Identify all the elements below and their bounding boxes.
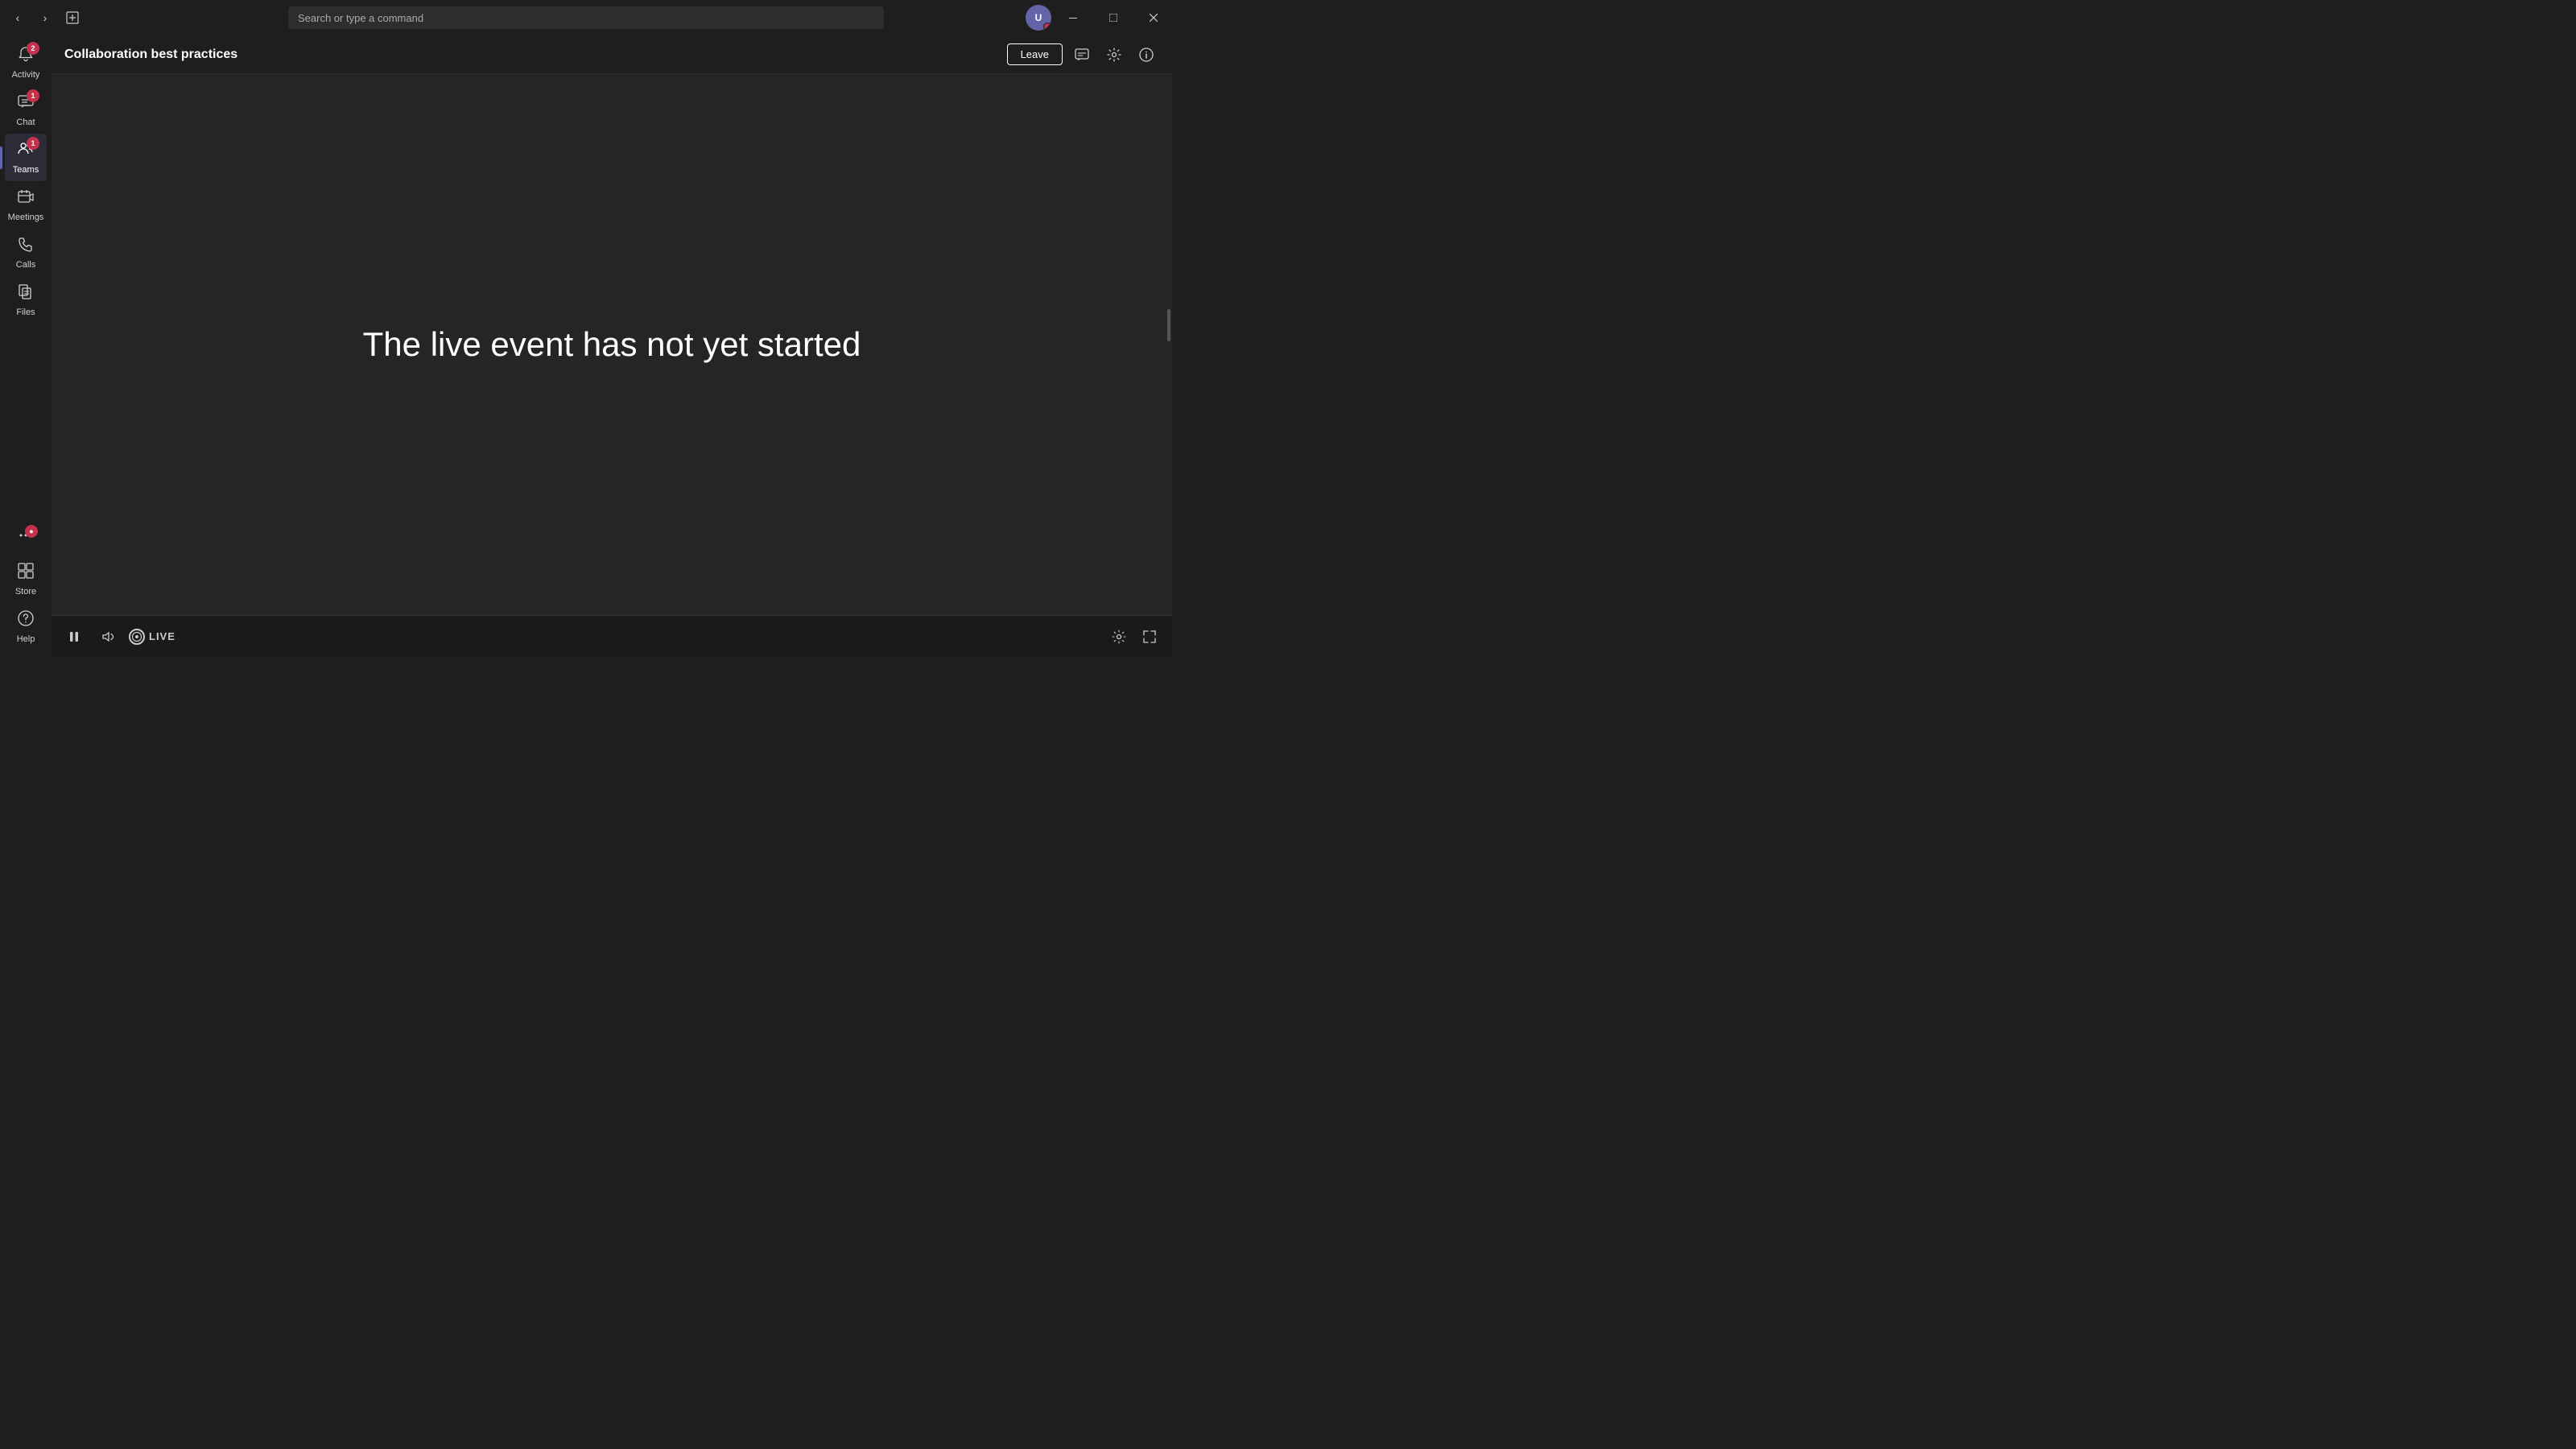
avatar-status-badge (1043, 23, 1051, 31)
files-icon (17, 283, 35, 305)
maximize-button[interactable] (1095, 5, 1132, 31)
sidebar-item-chat[interactable]: 1 Chat (5, 86, 47, 134)
sidebar-item-label: Activity (12, 70, 40, 80)
user-avatar[interactable]: U (1026, 5, 1051, 31)
sidebar-item-label: Help (17, 634, 35, 644)
sidebar-item-label: Calls (16, 260, 35, 270)
fullscreen-button[interactable] (1137, 624, 1162, 650)
live-dot-icon (129, 629, 145, 645)
compose-button[interactable] (61, 6, 84, 29)
sidebar-item-label: Teams (13, 165, 39, 175)
live-event-message: The live event has not yet started (363, 325, 861, 364)
sidebar-item-label: Files (16, 308, 35, 317)
back-button[interactable]: ‹ (6, 6, 29, 29)
sidebar-item-teams[interactable]: 1 Teams (5, 134, 47, 181)
chat-icon: 1 (17, 93, 35, 115)
live-badge: LIVE (129, 629, 175, 645)
activity-badge: 2 (27, 42, 39, 55)
sidebar-item-label: Store (15, 587, 36, 597)
teams-icon: 1 (17, 140, 35, 163)
pause-button[interactable] (61, 624, 87, 650)
info-button[interactable] (1133, 42, 1159, 68)
chat-badge: 1 (27, 89, 39, 102)
sidebar-item-meetings[interactable]: Meetings (5, 181, 47, 229)
title-bar-left: ‹ › (0, 6, 84, 29)
chat-panel-button[interactable] (1069, 42, 1095, 68)
title-bar: ‹ › Search or type a command U (0, 0, 1172, 35)
top-bar: Collaboration best practices Leave (52, 35, 1172, 74)
meetings-icon (17, 188, 35, 210)
sidebar-bottom: ● Store (5, 520, 47, 657)
title-bar-right: U (1026, 5, 1172, 31)
calls-icon (17, 235, 35, 258)
teams-badge: 1 (27, 137, 39, 150)
leave-button[interactable]: Leave (1007, 43, 1063, 65)
sidebar-item-label: Meetings (8, 213, 44, 222)
main-content: The live event has not yet started (52, 74, 1172, 615)
bottom-bar: LIVE (52, 615, 1172, 657)
scrollbar[interactable] (1166, 35, 1172, 615)
forward-button[interactable]: › (34, 6, 56, 29)
store-icon (17, 562, 35, 584)
activity-icon: 2 (17, 45, 35, 68)
sidebar: 2 Activity 1 Chat 1 Teams (0, 35, 52, 657)
sidebar-item-files[interactable]: Files (5, 276, 47, 324)
live-label: LIVE (149, 630, 175, 642)
scroll-thumb (1167, 309, 1170, 341)
sidebar-item-activity[interactable]: 2 Activity (5, 39, 47, 86)
settings-button[interactable] (1101, 42, 1127, 68)
more-badge: ● (25, 525, 38, 538)
minimize-button[interactable] (1055, 5, 1092, 31)
volume-button[interactable] (95, 624, 121, 650)
search-bar[interactable]: Search or type a command (288, 6, 884, 29)
page-title: Collaboration best practices (64, 47, 237, 62)
top-bar-actions: Leave (1007, 42, 1159, 68)
sidebar-item-store[interactable]: Store (5, 555, 47, 603)
bottom-right-actions (1106, 624, 1162, 650)
playback-settings-button[interactable] (1106, 624, 1132, 650)
more-icon: ● (17, 526, 35, 549)
sidebar-item-calls[interactable]: Calls (5, 229, 47, 276)
search-placeholder: Search or type a command (298, 12, 423, 24)
sidebar-item-more[interactable]: ● (5, 520, 47, 555)
close-button[interactable] (1135, 5, 1172, 31)
help-icon (17, 609, 35, 632)
sidebar-item-label: Chat (16, 118, 35, 127)
sidebar-item-help[interactable]: Help (5, 603, 47, 650)
